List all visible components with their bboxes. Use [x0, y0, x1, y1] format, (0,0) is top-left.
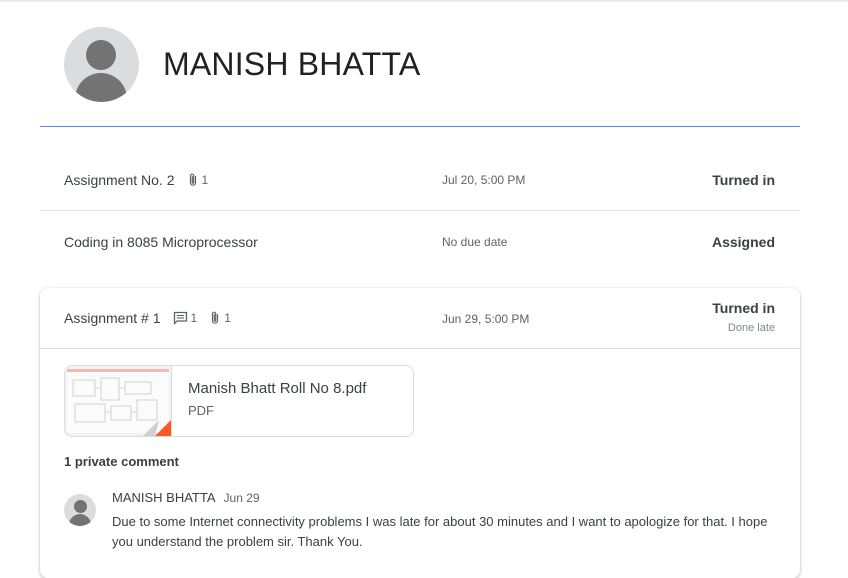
top-divider [0, 0, 848, 2]
avatar [64, 27, 139, 102]
due-date: Jul 20, 5:00 PM [442, 173, 526, 187]
attachment-count: 1 [187, 173, 208, 187]
due-date: No due date [442, 235, 508, 249]
student-name: MANISH BHATTA [163, 46, 421, 82]
comment-date: Jun 29 [223, 491, 260, 505]
assignment-title: Coding in 8085 Microprocessor [64, 234, 258, 250]
attachment-count: 1 [209, 311, 231, 325]
file-type: PDF [188, 403, 214, 418]
assignment-title: Assignment No. 2 [64, 172, 175, 188]
expanded-assignment-card: Assignment # 1 1 1 Jun 29, 5:00 PM Turne… [40, 288, 800, 578]
assignment-title: Assignment # 1 [64, 310, 161, 326]
due-date: Jun 29, 5:00 PM [442, 312, 530, 326]
comment-icon [173, 311, 187, 325]
status-label: Turned in [712, 300, 775, 316]
header-divider [40, 126, 800, 127]
avatar [64, 494, 96, 526]
comment-text: Due to some Internet connectivity proble… [112, 514, 768, 549]
assignment-row[interactable]: Coding in 8085 Microprocessor No due dat… [40, 212, 800, 272]
student-header: MANISH BHATTA [64, 27, 420, 102]
status-label: Turned in [712, 172, 775, 188]
pdf-thumbnail [65, 366, 172, 436]
private-comments-header: 1 private comment [64, 454, 179, 469]
comment-count: 1 [173, 311, 197, 325]
status-label: Assigned [711, 234, 775, 250]
assignment-row-expanded[interactable]: Assignment # 1 1 1 Jun 29, 5:00 PM Turne… [40, 288, 800, 349]
paperclip-icon [189, 173, 196, 186]
assignment-row[interactable]: Assignment No. 2 1 Jul 20, 5:00 PM Turne… [40, 150, 800, 211]
late-label: Done late [727, 322, 775, 334]
file-name: Manish Bhatt Roll No 8.pdf [188, 380, 367, 397]
attachment-card[interactable]: Manish Bhatt Roll No 8.pdf PDF [64, 365, 414, 437]
paperclip-icon [212, 311, 219, 324]
comment-author: MANISH BHATTA [112, 490, 216, 505]
